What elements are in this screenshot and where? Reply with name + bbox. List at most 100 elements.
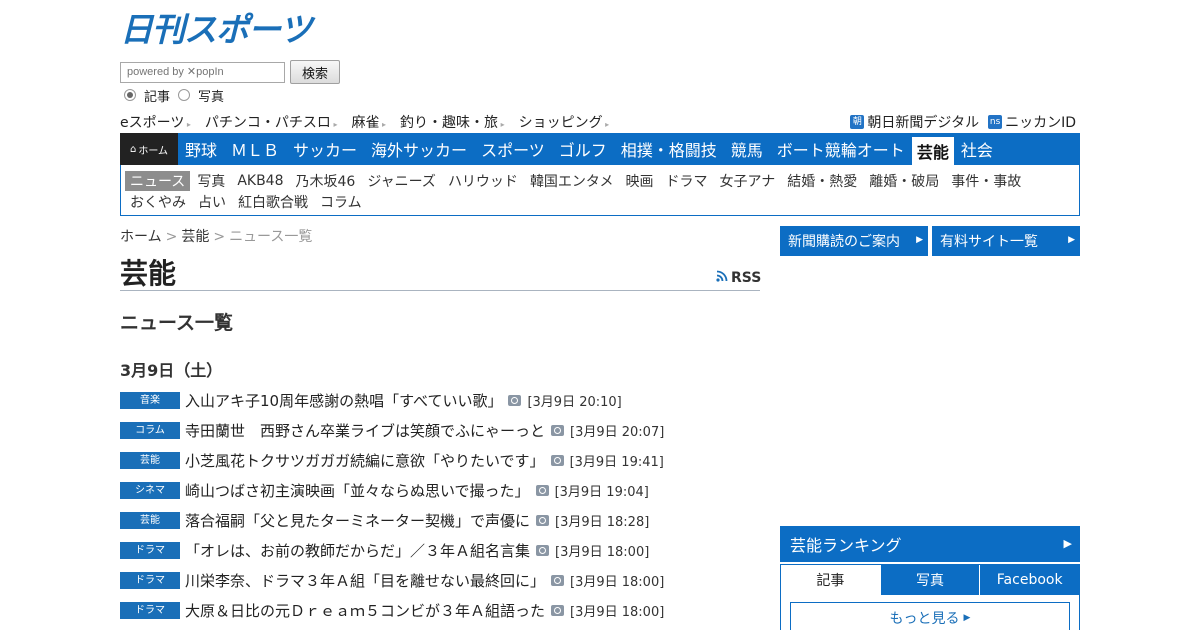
news-item[interactable]: ドラマ 川栄李奈、ドラマ３年Ａ組「目を離せない最終回に」 [3月9日 18:00… <box>120 565 760 595</box>
more-button[interactable]: もっと見る ▶ <box>790 602 1070 630</box>
news-category: ドラマ <box>120 571 180 589</box>
nav-sumo-fighting[interactable]: 相撲・格闘技 <box>614 133 724 165</box>
util-link-asahi-digital[interactable]: 朝日新聞デジタル <box>867 112 979 132</box>
camera-icon <box>550 454 564 466</box>
subnav-news[interactable]: ニュース <box>125 170 191 191</box>
news-headline[interactable]: 大原＆日比の元Ｄｒｅａｍ５コンビが３年Ａ組語った <box>185 600 545 621</box>
nav-horse-racing[interactable]: 競馬 <box>724 133 770 165</box>
subnav-drama[interactable]: ドラマ <box>661 171 713 191</box>
subnav-obituary[interactable]: おくやみ <box>125 192 191 212</box>
nav-society[interactable]: 社会 <box>954 133 1000 165</box>
more-label: もっと見る <box>889 611 960 627</box>
breadcrumb-home[interactable]: ホーム <box>120 229 162 245</box>
page-title: 芸能 <box>120 257 177 290</box>
subnav-kohaku[interactable]: 紅白歌合戦 <box>233 192 313 212</box>
subnav-marriage-romance[interactable]: 結婚・熱愛 <box>782 171 862 191</box>
news-item[interactable]: 音楽 入山アキ子10周年感謝の熱唱「すべていい歌」 [3月9日 20:10] <box>120 385 760 415</box>
ranking-tab-facebook[interactable]: Facebook <box>979 565 1080 595</box>
camera-icon <box>536 544 550 556</box>
utility-links-left: eスポーツ パチンコ・パチスロ 麻雀 釣り・趣味・旅 ショッピング <box>120 112 623 132</box>
news-item[interactable]: コラム 寺田蘭世 西野さん卒業ライブは笑顔でふにゃーっと [3月9日 20:07… <box>120 415 760 445</box>
news-item[interactable]: ドラマ 大原＆日比の元Ｄｒｅａｍ５コンビが３年Ａ組語った [3月9日 18:00… <box>120 595 760 625</box>
search-bar: 検索 <box>120 60 340 84</box>
util-link-mahjong[interactable]: 麻雀 <box>351 112 386 132</box>
subnav-korean-ent[interactable]: 韓国エンタメ <box>525 171 619 191</box>
subnav-incident-accident[interactable]: 事件・事故 <box>946 171 1026 191</box>
news-category: コラム <box>120 421 180 439</box>
sub-nav-row-1: ニュース 写真 AKB48 乃木坂46 ジャニーズ ハリウッド 韓国エンタメ 映… <box>125 170 1075 191</box>
radio-article[interactable] <box>124 89 136 101</box>
subnav-female-announcer[interactable]: 女子アナ <box>715 171 781 191</box>
news-headline[interactable]: 入山アキ子10周年感謝の熱唱「すべていい歌」 <box>185 390 502 411</box>
subnav-column[interactable]: コラム <box>315 192 367 212</box>
subnav-hollywood[interactable]: ハリウッド <box>443 171 523 191</box>
camera-icon <box>551 424 565 436</box>
asahi-icon: 朝 <box>850 115 865 129</box>
news-item[interactable]: シネマ 崎山つばさ初主演映画「並々ならぬ思いで撮った」 [3月9日 19:04] <box>120 475 760 505</box>
news-item[interactable]: ドラマ 「オレは、お前の教師だからだ」／３年Ａ組名言集 [3月9日 18:00] <box>120 535 760 565</box>
util-link-esports[interactable]: eスポーツ <box>120 112 191 132</box>
news-headline[interactable]: 寺田蘭世 西野さん卒業ライブは笑顔でふにゃーっと <box>185 420 545 441</box>
nav-mlb[interactable]: ＭＬＢ <box>224 133 286 165</box>
paid-sites-button[interactable]: 有料サイト一覧 ▶ <box>932 226 1080 256</box>
nav-soccer[interactable]: サッカー <box>286 133 364 165</box>
news-time: [3月9日 20:07] <box>570 424 665 440</box>
title-divider <box>120 290 760 291</box>
ranking-tab-articles[interactable]: 記事 <box>781 565 880 595</box>
news-category: 音楽 <box>120 391 180 409</box>
nav-home[interactable]: ⌂ ホーム <box>120 133 178 165</box>
subscription-info-label: 新聞購読のご案内 <box>788 234 900 250</box>
breadcrumb-separator: > <box>213 229 226 245</box>
sub-nav-row-2: おくやみ 占い 紅白歌合戦 コラム <box>125 191 1075 212</box>
news-category: ドラマ <box>120 541 180 559</box>
chevron-right-icon: ▶ <box>963 613 971 623</box>
nav-entertainment[interactable]: 芸能 <box>911 137 954 165</box>
nav-overseas-soccer[interactable]: 海外サッカー <box>364 133 474 165</box>
search-button[interactable]: 検索 <box>290 60 340 84</box>
news-category: 芸能 <box>120 451 180 469</box>
nav-sports[interactable]: スポーツ <box>474 133 552 165</box>
util-link-fishing[interactable]: 釣り・趣味・旅 <box>400 112 505 132</box>
subnav-movie[interactable]: 映画 <box>621 171 659 191</box>
section-title: ニュース一覧 <box>120 312 234 334</box>
subnav-fortune[interactable]: 占い <box>193 192 231 212</box>
site-logo[interactable]: 日刊スポーツ <box>120 10 320 50</box>
news-headline[interactable]: 「オレは、お前の教師だからだ」／３年Ａ組名言集 <box>185 540 530 561</box>
rss-link[interactable]: RSS <box>716 270 761 286</box>
radio-photo[interactable] <box>178 89 191 101</box>
news-headline[interactable]: 小芝風花トクサツガガガ続編に意欲「やりたいです」 <box>185 450 545 471</box>
util-link-shopping[interactable]: ショッピング <box>519 112 610 132</box>
news-headline[interactable]: 崎山つばさ初主演映画「並々ならぬ思いで撮った」 <box>185 480 530 501</box>
nav-baseball[interactable]: 野球 <box>178 133 224 165</box>
search-input[interactable] <box>120 61 285 83</box>
ranking-header[interactable]: 芸能ランキング ▶ <box>780 526 1080 562</box>
subnav-johnnys[interactable]: ジャニーズ <box>362 171 441 191</box>
news-list: 音楽 入山アキ子10周年感謝の熱唱「すべていい歌」 [3月9日 20:10] コ… <box>120 385 760 625</box>
nav-boat-keirin-auto[interactable]: ボート競輪オート <box>770 133 912 165</box>
news-category: 芸能 <box>120 511 180 529</box>
breadcrumb-current: ニュース一覧 <box>229 229 313 245</box>
global-nav: ⌂ ホーム 野球 ＭＬＢ サッカー 海外サッカー スポーツ ゴルフ 相撲・格闘技… <box>120 133 1080 165</box>
news-item[interactable]: 芸能 小芝風花トクサツガガガ続編に意欲「やりたいです」 [3月9日 19:41] <box>120 445 760 475</box>
subnav-divorce-breakup[interactable]: 離婚・破局 <box>864 171 944 191</box>
nav-golf[interactable]: ゴルフ <box>552 133 614 165</box>
breadcrumb: ホーム > 芸能 > ニュース一覧 <box>120 226 312 246</box>
breadcrumb-section[interactable]: 芸能 <box>181 229 209 245</box>
util-link-pachinko[interactable]: パチンコ・パチスロ <box>205 112 338 132</box>
breadcrumb-separator: > <box>165 229 178 245</box>
nikkan-id-icon: ns <box>988 115 1003 129</box>
camera-icon <box>508 394 522 406</box>
news-time: [3月9日 18:28] <box>555 514 650 530</box>
subnav-nogizaka46[interactable]: 乃木坂46 <box>291 171 361 191</box>
camera-icon <box>535 484 549 496</box>
news-headline[interactable]: 落合福嗣「父と見たターミネーター契機」で声優に <box>185 510 530 531</box>
news-item[interactable]: 芸能 落合福嗣「父と見たターミネーター契機」で声優に [3月9日 18:28] <box>120 505 760 535</box>
ranking-tab-photos[interactable]: 写真 <box>879 565 980 595</box>
util-link-nikkan-id[interactable]: ニッカンID <box>1005 112 1076 132</box>
chevron-right-icon: ▶ <box>1068 235 1075 245</box>
subscription-info-button[interactable]: 新聞購読のご案内 ▶ <box>780 226 928 256</box>
subnav-akb48[interactable]: AKB48 <box>232 173 288 189</box>
subnav-photo[interactable]: 写真 <box>192 171 230 191</box>
home-icon: ⌂ <box>129 143 137 155</box>
news-headline[interactable]: 川栄李奈、ドラマ３年Ａ組「目を離せない最終回に」 <box>185 570 545 591</box>
